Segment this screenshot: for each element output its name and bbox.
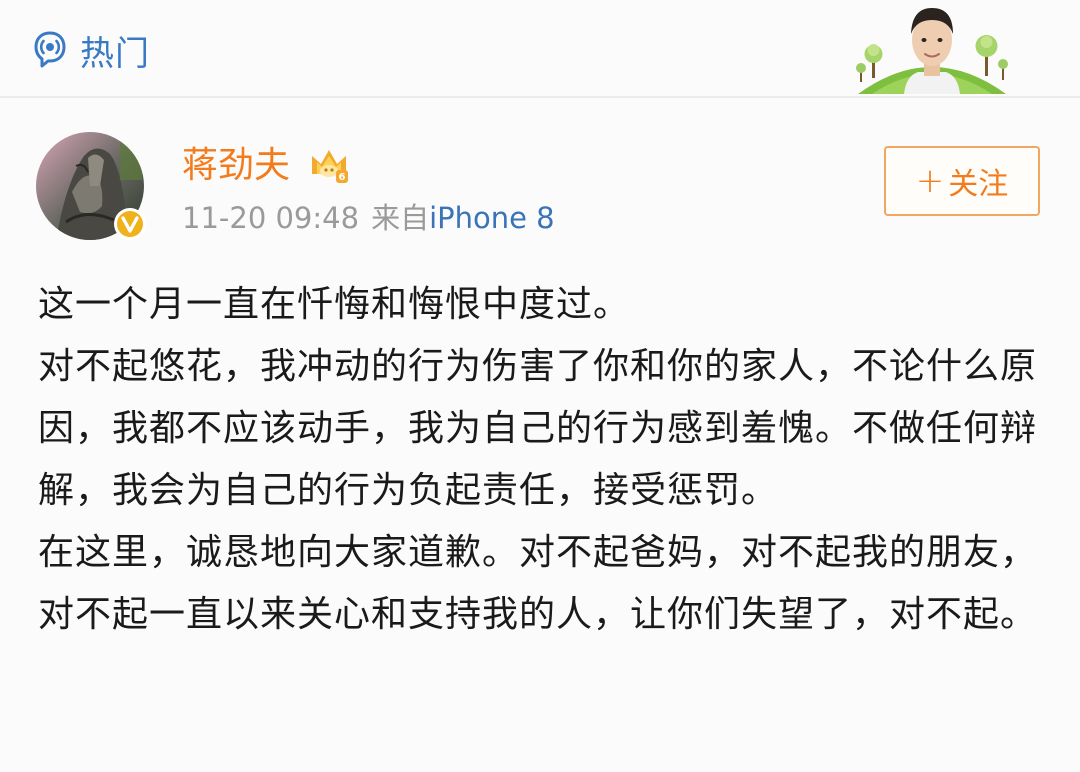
post-time: 11-20 09:48 xyxy=(182,201,360,235)
hot-tab[interactable]: 热门 xyxy=(32,28,150,74)
follow-plus-icon: + xyxy=(915,161,945,201)
vip-crown-icon[interactable]: 6 xyxy=(308,144,350,186)
verified-v-icon xyxy=(114,208,146,240)
author-name[interactable]: 蒋劲夫 xyxy=(182,144,290,188)
celebrity-banner-art xyxy=(856,8,1008,94)
weibo-post: 蒋劲夫 6 11-20 09:48 来自iPhone 8 + 关注 这一个月一直在… xyxy=(0,98,1080,772)
hot-tab-label: 热门 xyxy=(80,33,150,74)
post-meta: 11-20 09:48 来自iPhone 8 xyxy=(182,198,555,238)
weibo-post-page: 热门 蒋劲夫 6 11-20 09:48 来自iPhone 8 + 关注 这一个… xyxy=(0,0,1080,772)
top-header: 热门 xyxy=(0,0,1080,98)
post-paragraph: 这一个月一直在忏悔和悔恨中度过。 xyxy=(38,284,631,325)
post-device-link[interactable]: iPhone 8 xyxy=(429,201,555,235)
post-body: 这一个月一直在忏悔和悔恨中度过。 对不起悠花，我冲动的行为伤害了你和你的家人，不… xyxy=(38,274,1046,646)
svg-text:6: 6 xyxy=(339,172,346,183)
post-paragraph: 在这里，诚恳地向大家道歉。对不起爸妈，对不起我的朋友，对不起一直以来关心和支持我… xyxy=(38,532,1038,635)
hot-topic-icon xyxy=(34,31,66,68)
post-paragraph: 对不起悠花，我冲动的行为伤害了你和你的家人，不论什么原因，我都不应该动手，我为自… xyxy=(38,346,1038,511)
post-from-label: 来自 xyxy=(371,201,430,235)
follow-button-label: 关注 xyxy=(948,167,1009,202)
follow-button[interactable]: + 关注 xyxy=(884,146,1040,216)
user-avatar[interactable] xyxy=(36,132,148,244)
